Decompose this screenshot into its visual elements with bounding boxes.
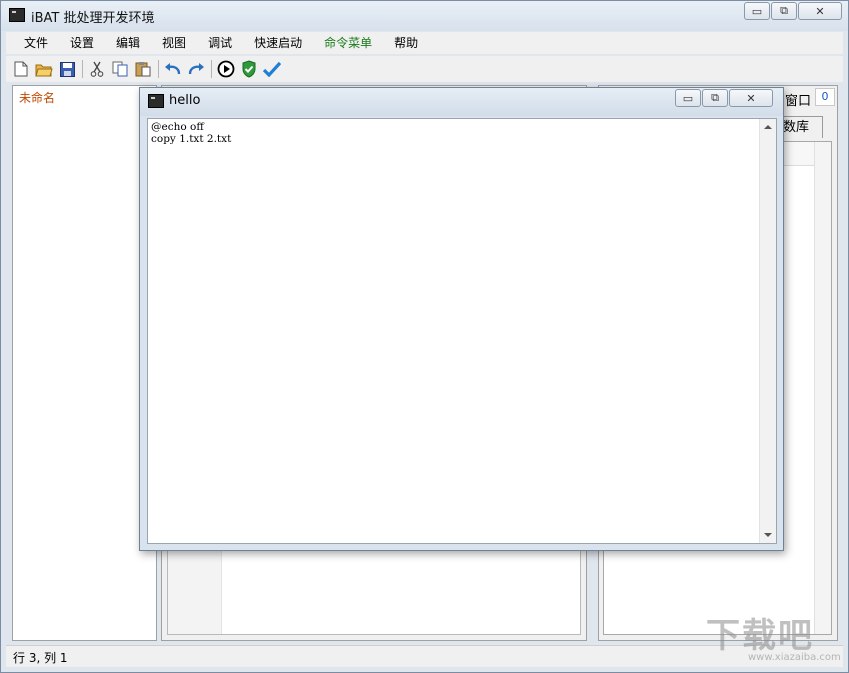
hello-title: hello [169,93,201,108]
window-title: iBAT 批处理开发环境 [31,11,155,26]
cut-icon[interactable] [86,58,108,80]
menu-commands[interactable]: 命令菜单 [312,32,382,54]
check-shield-icon[interactable] [238,58,260,80]
menu-view[interactable]: 视图 [150,32,196,54]
watermark-url: www.xiazaiba.com [748,652,841,663]
hello-title-bar[interactable]: hello ▭ ⧉ ✕ [140,88,783,116]
scroll-down-icon[interactable] [764,533,772,537]
title-bar: iBAT 批处理开发环境 ▭ ⧉ ✕ [1,1,848,31]
new-file-icon[interactable] [10,58,32,80]
menu-settings[interactable]: 设置 [58,32,104,54]
close-button[interactable]: ✕ [798,2,842,20]
checkmark-icon[interactable] [261,58,283,80]
tree-item-untitled[interactable]: 未命名 [19,89,55,106]
hello-code-editor[interactable]: @echo off copy 1.txt 2.txt [147,118,777,544]
redo-icon[interactable] [185,58,207,80]
project-tree: 未命名 [12,85,157,641]
cursor-position: 行 3, 列 1 [13,651,68,665]
toolbar [6,56,843,82]
hello-maximize-button[interactable]: ⧉ [702,89,728,107]
hello-window: hello ▭ ⧉ ✕ @echo off copy 1.txt 2.txt [139,87,784,551]
window-count-badge: 0 [815,88,835,106]
scroll-up-icon[interactable] [764,125,772,129]
code-text[interactable]: @echo off copy 1.txt 2.txt [151,121,231,145]
menu-bar: 文件 设置 编辑 视图 调试 快速启动 命令菜单 帮助 [6,32,843,54]
menu-file[interactable]: 文件 [12,32,58,54]
editor-scrollbar[interactable] [759,119,776,543]
right-panel-title: 窗口 [785,94,812,109]
toolbar-separator [158,60,159,78]
copy-icon[interactable] [109,58,131,80]
hello-window-controls: ▭ ⧉ ✕ [674,89,773,107]
hello-minimize-button[interactable]: ▭ [675,89,701,107]
menu-help[interactable]: 帮助 [382,32,428,54]
app-icon [9,8,25,22]
toolbar-separator [82,60,83,78]
toolbar-separator [211,60,212,78]
run-icon[interactable] [215,58,237,80]
menu-quick-launch[interactable]: 快速启动 [242,32,312,54]
open-folder-icon[interactable] [33,58,55,80]
paste-icon[interactable] [132,58,154,80]
cmd-icon [148,94,164,108]
menu-edit[interactable]: 编辑 [104,32,150,54]
menu-debug[interactable]: 调试 [196,32,242,54]
hello-close-button[interactable]: ✕ [729,89,773,107]
undo-icon[interactable] [162,58,184,80]
window-controls: ▭ ⧉ ✕ [743,2,842,20]
maximize-button[interactable]: ⧉ [771,2,797,20]
save-icon[interactable] [56,58,78,80]
minimize-button[interactable]: ▭ [744,2,770,20]
list-scrollbar[interactable] [814,142,831,634]
